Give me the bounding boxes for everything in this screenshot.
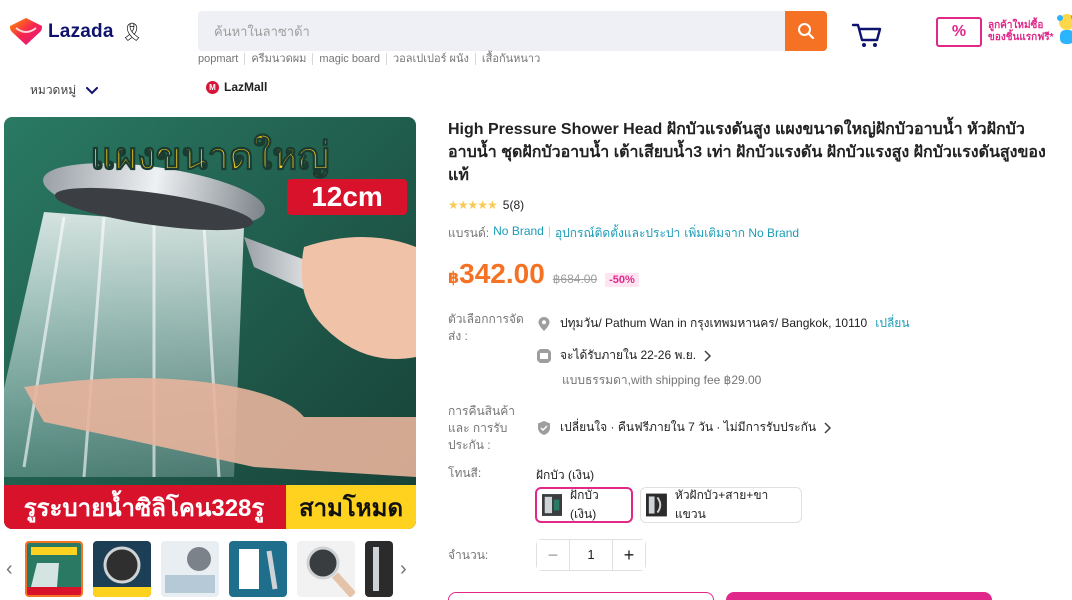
shield-icon <box>538 420 550 435</box>
original-price: ฿684.00 <box>552 272 598 286</box>
variant-label: หัวฝักบัว+สาย+ขาแขวน <box>674 488 769 521</box>
product-main-image[interactable]: แผงขนาดใหญ่ 12cm รูระบายน้ำซิลิโคน328รู … <box>4 117 416 529</box>
promo-mascot-icon <box>1057 14 1072 44</box>
color-label: โทนสี: <box>448 466 482 480</box>
rating-stars-icon: ★★★★★ <box>448 198 498 212</box>
variant-thumbnail <box>542 494 563 516</box>
promo-badge: % <box>936 17 982 47</box>
lazmall-icon: M <box>206 80 219 94</box>
banner-bottom-left-text: รูระบายน้ำซิลิโคน328รู <box>24 489 265 523</box>
decrease-quantity-button[interactable]: − <box>537 540 569 570</box>
search-input[interactable] <box>198 11 785 51</box>
currency-symbol: ฿ <box>448 270 460 287</box>
buy-now-button[interactable] <box>448 592 714 600</box>
suggestion-link[interactable]: magic board <box>312 53 386 65</box>
thumbnail[interactable] <box>25 541 83 597</box>
new-customer-promo[interactable]: % ลูกค้าใหม่ซื้อ ของชิ้นแรกฟรี* <box>936 12 1072 52</box>
quantity-value[interactable]: 1 <box>569 540 613 570</box>
lazmall-label: LazMall <box>224 80 268 94</box>
product-image-art: แผงขนาดใหญ่ 12cm รูระบายน้ำซิลิโคน328รู … <box>4 117 416 529</box>
rating[interactable]: ★★★★★ 5(8) <box>448 198 524 212</box>
add-to-cart-button[interactable] <box>726 592 992 600</box>
ribbon-icon: 🎗 <box>120 21 144 42</box>
thumbnail[interactable] <box>93 541 151 597</box>
delivery-location: ปทุมวัน/ Pathum Wan in กรุงเทพมหานคร/ Ba… <box>536 314 910 333</box>
header: Lazada 🎗 popmart ครีมนวดผม magic board ว… <box>0 0 1072 70</box>
variant-thumbnail <box>646 493 667 517</box>
lazmall-link[interactable]: M LazMall <box>206 80 267 94</box>
banner-bottom-right-text: สามโหมด <box>299 493 403 522</box>
category-link[interactable]: อุปกรณ์ติดตั้งและประปา <box>555 224 680 243</box>
quantity-stepper: − 1 + <box>536 539 646 571</box>
chevron-right-icon[interactable]: › <box>400 558 407 581</box>
truck-icon <box>537 348 551 363</box>
returns-policy[interactable]: เปลี่ยนใจ · คืนฟรีภายใน 7 วัน · ไม่มีการ… <box>536 418 832 437</box>
suggestion-link[interactable]: เสื้อกันหนาว <box>474 53 546 65</box>
more-from-brand-link[interactable]: เพิ่มเติมจาก No Brand <box>684 224 799 243</box>
search-icon <box>798 23 815 40</box>
eta-text: จะได้รับภายใน 22-26 พ.ย. <box>560 348 697 362</box>
location-text: ปทุมวัน/ Pathum Wan in กรุงเทพมหานคร/ Ba… <box>560 316 868 330</box>
thumbnail-strip: ‹ › <box>0 538 420 598</box>
thumbnail[interactable] <box>161 541 219 597</box>
delivery-eta[interactable]: จะได้รับภายใน 22-26 พ.ย. <box>536 346 712 365</box>
promo-text-line1: ลูกค้าใหม่ซื้อ <box>988 20 1044 31</box>
thumbnail[interactable] <box>365 541 393 597</box>
suggestion-link[interactable]: popmart <box>198 53 244 65</box>
returns-label: การคืนสินค้าและ การรับประกัน : <box>448 404 515 452</box>
variant-option[interactable]: หัวฝักบัว+สาย+ขาแขวน <box>640 487 802 523</box>
selected-color-name: ฝักบัว (เงิน) <box>536 468 595 482</box>
current-price: ฿342.00 <box>448 258 545 290</box>
lazada-heart-icon <box>10 18 42 45</box>
brand-link[interactable]: No Brand <box>493 224 544 243</box>
promo-badge-text: % <box>951 23 967 40</box>
search-button[interactable] <box>785 11 827 51</box>
discount-badge: -50% <box>605 273 639 287</box>
thumbnail[interactable] <box>297 541 355 597</box>
promo-text: ลูกค้าใหม่ซื้อ ของชิ้นแรกฟรี* <box>988 20 1054 44</box>
brand-label: แบรนด์: <box>448 226 490 240</box>
search-suggestions: popmart ครีมนวดผม magic board วอลเปเปอร์… <box>198 53 546 65</box>
increase-quantity-button[interactable]: + <box>613 540 645 570</box>
chevron-right-icon <box>824 421 832 434</box>
lazada-logo[interactable]: Lazada 🎗 <box>10 18 143 46</box>
logo-text: Lazada <box>48 21 114 42</box>
change-location-link[interactable]: เปลี่ยน <box>875 314 909 333</box>
shipping-note: แบบธรรมดา,with shipping fee ฿29.00 <box>562 373 762 387</box>
returns-text: เปลี่ยนใจ · คืนฟรีภายใน 7 วัน · ไม่มีการ… <box>560 420 817 434</box>
variant-option[interactable]: ฝักบัว (เงิน) <box>535 487 633 523</box>
quantity-label: จำนวน: <box>448 548 489 562</box>
promo-text-line2: ของชิ้นแรกฟรี* <box>988 32 1054 43</box>
sub-navigation: หมวดหมู่ M LazMall <box>0 76 1072 102</box>
brand-line: แบรนด์: No Brand | อุปกรณ์ติดตั้งและประป… <box>448 224 799 243</box>
thumbnail[interactable] <box>229 541 287 597</box>
search-bar <box>198 11 827 51</box>
chevron-right-icon <box>704 349 712 362</box>
location-pin-icon <box>538 316 550 331</box>
price-row: ฿342.00 ฿684.00 -50% <box>448 258 639 290</box>
banner-top-text: แผงขนาดใหญ่ <box>90 134 329 178</box>
category-menu[interactable]: หมวดหมู่ <box>30 81 99 100</box>
product-title: High Pressure Shower Head ฝักบัวแรงดันสู… <box>448 121 1046 184</box>
size-badge-text: 12cm <box>311 181 383 212</box>
variant-label: ฝักบัว (เงิน) <box>570 488 599 521</box>
rating-count: 5(8) <box>502 198 525 212</box>
cart-icon[interactable] <box>850 20 884 50</box>
suggestion-link[interactable]: ครีมนวดผม <box>244 53 312 65</box>
delivery-label: ตัวเลือกการจัดส่ง : <box>448 312 524 343</box>
category-label: หมวดหมู่ <box>30 83 77 97</box>
chevron-down-icon <box>86 86 99 94</box>
suggestion-link[interactable]: วอลเปเปอร์ ผนัง <box>385 53 475 65</box>
chevron-left-icon[interactable]: ‹ <box>6 558 13 581</box>
divider: | <box>547 224 551 238</box>
price-value: 342.00 <box>459 258 545 289</box>
